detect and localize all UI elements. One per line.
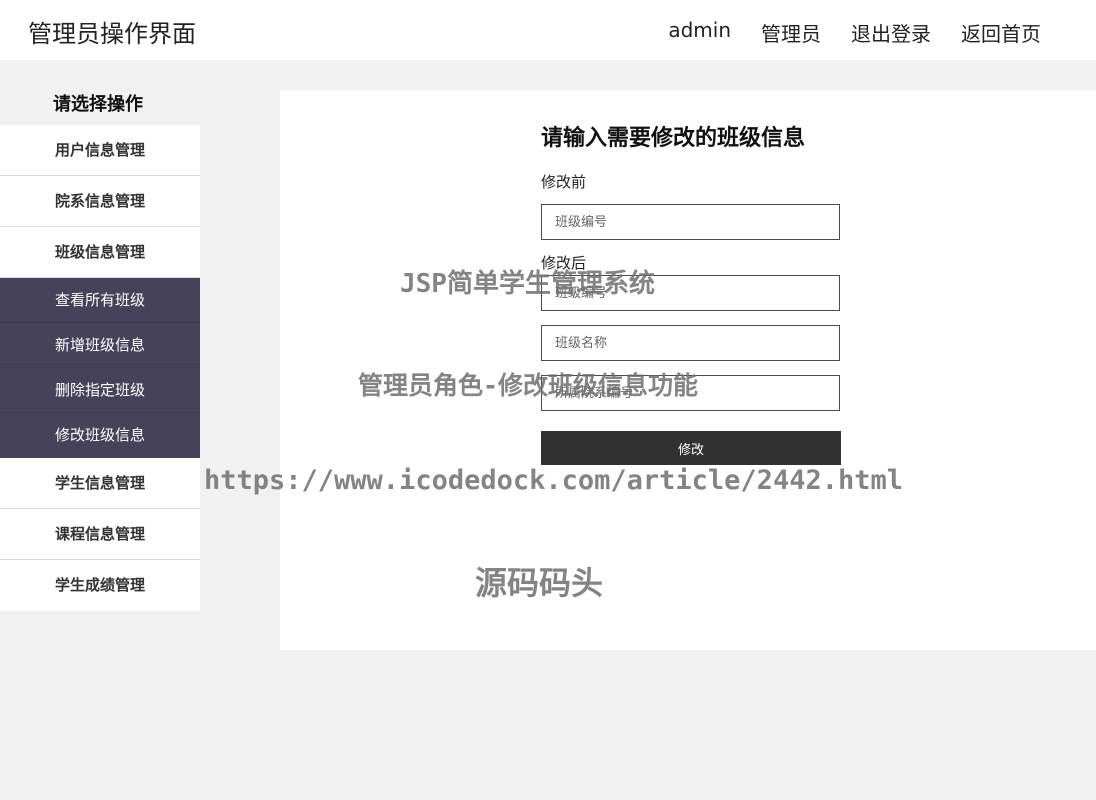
top-bar: 管理员操作界面 admin 管理员 退出登录 返回首页 — [0, 0, 1096, 60]
after-label: 修改后 — [541, 254, 587, 272]
old-class-id-input[interactable] — [541, 204, 840, 240]
edit-class-form: 请输入需要修改的班级信息 修改前 修改后 修改 — [541, 120, 841, 465]
logout-link[interactable]: 退出登录 — [851, 18, 931, 47]
submenu-item-view-all-classes[interactable]: 查看所有班级 — [0, 278, 200, 323]
submenu-item-delete-class[interactable]: 删除指定班级 — [0, 368, 200, 413]
sidebar-item-user-management[interactable]: 用户信息管理 — [0, 125, 200, 176]
new-class-id-input[interactable] — [541, 275, 840, 311]
sidebar-item-class-management[interactable]: 班级信息管理 — [0, 227, 200, 278]
form-title: 请输入需要修改的班级信息 — [541, 126, 806, 151]
sidebar-item-student-management[interactable]: 学生信息管理 — [0, 458, 200, 509]
sidebar: 用户信息管理 院系信息管理 班级信息管理 查看所有班级 新增班级信息 删除指定班… — [0, 125, 200, 611]
new-class-name-input[interactable] — [541, 325, 840, 361]
sidebar-item-department-management[interactable]: 院系信息管理 — [0, 176, 200, 227]
home-link[interactable]: 返回首页 — [961, 18, 1041, 47]
before-label: 修改前 — [541, 173, 587, 191]
username-link[interactable]: admin — [668, 18, 731, 47]
app-title: 管理员操作界面 — [28, 20, 196, 48]
submenu-item-edit-class[interactable]: 修改班级信息 — [0, 413, 200, 458]
new-department-id-input[interactable] — [541, 375, 840, 411]
submit-edit-button[interactable]: 修改 — [541, 431, 841, 465]
top-nav: admin 管理员 退出登录 返回首页 — [638, 18, 1041, 47]
role-link[interactable]: 管理员 — [761, 18, 821, 47]
sidebar-heading: 请选择操作 — [53, 94, 143, 115]
sidebar-item-course-management[interactable]: 课程信息管理 — [0, 509, 200, 560]
sidebar-item-grade-management[interactable]: 学生成绩管理 — [0, 560, 200, 611]
submenu-item-add-class[interactable]: 新增班级信息 — [0, 323, 200, 368]
main-panel: 请输入需要修改的班级信息 修改前 修改后 修改 — [280, 90, 1096, 650]
